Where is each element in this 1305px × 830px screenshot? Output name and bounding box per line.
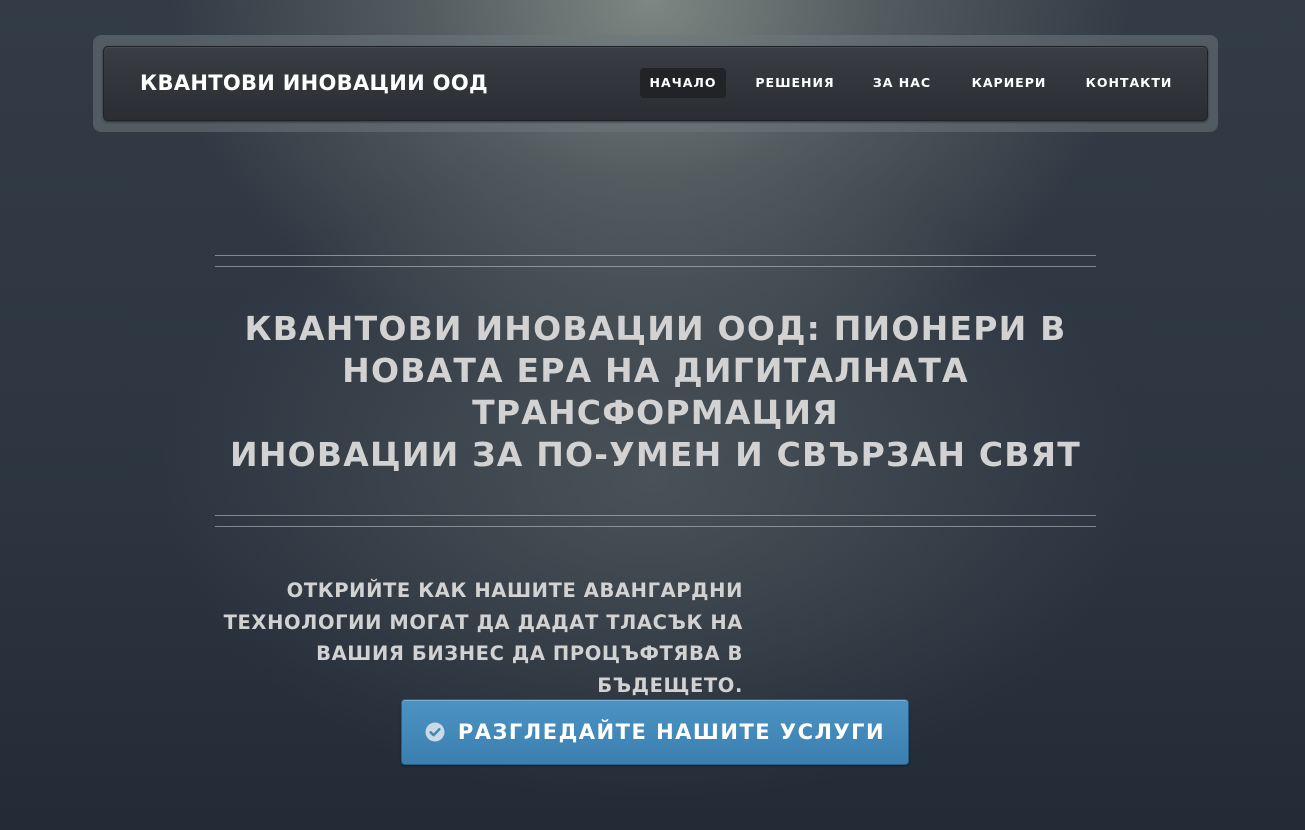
hero-title: КВАНТОВИ ИНОВАЦИИ ООД: ПИОНЕРИ В НОВАТА …	[215, 308, 1096, 476]
divider-bottom-2	[215, 526, 1096, 527]
nav-item-careers[interactable]: КАРИЕРИ	[962, 68, 1056, 98]
hero-subtitle-line: ИНОВАЦИИ ЗА ПО-УМЕН И СВЪРЗАН СВЯТ	[230, 435, 1081, 474]
lead-line: ВАШИЯ БИЗНЕС ДА ПРОЦЪФТЯВА В	[316, 642, 743, 665]
divider-top-1	[215, 255, 1096, 256]
nav-item-solutions[interactable]: РЕШЕНИЯ	[745, 68, 845, 98]
hero-lead-text: ОТКРИЙТЕ КАК НАШИТЕ АВАНГАРДНИ ТЕХНОЛОГИ…	[215, 575, 743, 701]
nav-item-about[interactable]: ЗА НАС	[866, 68, 938, 98]
brand-logo-text[interactable]: КВАНТОВИ ИНОВАЦИИ ООД	[140, 68, 488, 98]
explore-services-button[interactable]: РАЗГЛЕДАЙТЕ НАШИТЕ УСЛУГИ	[401, 699, 909, 765]
divider-bottom-1	[215, 515, 1096, 516]
lead-line: ТЕХНОЛОГИИ МОГАТ ДА ДАДАТ ТЛАСЪК НА	[223, 610, 743, 634]
divider-top-2	[215, 266, 1096, 267]
check-circle-icon	[425, 722, 445, 742]
lead-line: ОТКРИЙТЕ КАК НАШИТЕ АВАНГАРДНИ	[286, 579, 743, 602]
lead-line: БЪДЕЩЕТО.	[597, 673, 743, 697]
nav-item-contacts[interactable]: КОНТАКТИ	[1078, 68, 1180, 98]
nav-item-home[interactable]: НАЧАЛО	[640, 68, 726, 98]
hero-title-line: ТРАНСФОРМАЦИЯ	[472, 393, 839, 432]
hero-title-line: КВАНТОВИ ИНОВАЦИИ ООД: ПИОНЕРИ В	[244, 309, 1067, 348]
hero-title-line: НОВАТА ЕРА НА ДИГИТАЛНАТА	[342, 351, 969, 390]
explore-services-label: РАЗГЛЕДАЙТЕ НАШИТЕ УСЛУГИ	[457, 720, 886, 744]
